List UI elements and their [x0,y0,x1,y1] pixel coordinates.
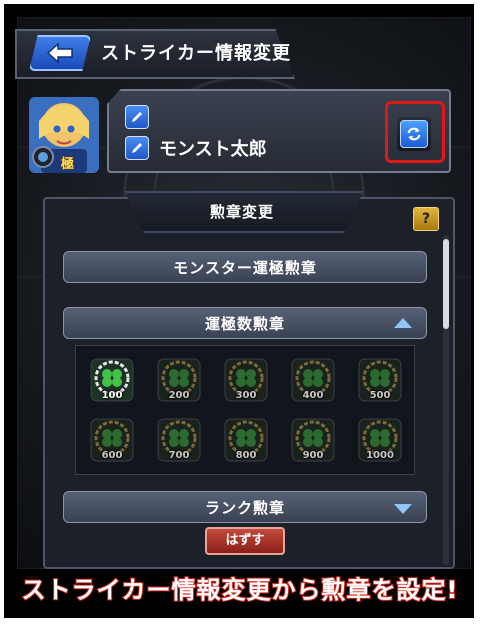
medal-label: 700 [168,450,190,461]
luck-medal[interactable]: 1000 [358,418,402,462]
expand-arrow-icon [394,504,412,514]
refresh-icon [400,120,428,148]
section-label: 運極数勲章 [204,315,285,333]
medal-label: 400 [302,390,324,401]
promo-caption: ストライカー情報変更から勲章を設定! [21,575,459,605]
striker-avatar[interactable]: 極 [27,91,101,177]
help-button[interactable]: ? [413,207,439,231]
section-rank[interactable]: ランク勲章 [63,491,427,523]
change-button[interactable] [397,117,431,151]
luck-medal[interactable]: 100 [90,358,134,402]
luck-medal[interactable]: 200 [157,358,201,402]
medal-label: 600 [101,450,123,461]
panel-title: 勲章変更 [209,203,274,221]
section-luck-count[interactable]: 運極数勲章 [63,307,427,339]
medal-label: 900 [302,450,324,461]
player-name: モンスト太郎 [159,139,267,160]
name-row-2: モンスト太郎 [125,135,267,161]
luck-medal[interactable]: 300 [224,358,268,402]
section-label: ランク勲章 [204,499,285,517]
back-arrow-icon [46,42,73,64]
section-monster-luck[interactable]: モンスター運極勲章 [63,251,427,283]
pencil-icon [132,143,142,153]
rarity-badge: 極 [60,157,75,173]
outer-frame: ストライカー情報変更 極 モンスト太郎 勲章変更 ? モンスター運極勲章 運極数… [4,4,474,618]
luck-medal[interactable]: 900 [291,418,335,462]
medal-label: 500 [369,390,391,401]
luck-medal[interactable]: 400 [291,358,335,402]
remove-medal-button[interactable]: はずす [205,527,285,555]
collapse-arrow-icon [394,318,412,328]
medal-label: 800 [235,450,257,461]
scroll-thumb[interactable] [443,239,449,329]
medal-label: 200 [168,390,190,401]
edit-name-button-1[interactable] [125,105,149,129]
header-bar: ストライカー情報変更 [15,29,295,79]
edit-name-button-2[interactable] [125,136,149,160]
medal-label: 300 [235,390,257,401]
section-label: モンスター運極勲章 [173,259,317,277]
luck-medal[interactable]: 800 [224,418,268,462]
medal-grid: 100 200 300 400 500 600 700 800 900 1000 [75,345,415,475]
page-title: ストライカー情報変更 [101,43,291,64]
medal-label: 1000 [366,450,394,461]
back-button[interactable] [29,35,91,71]
scrollbar[interactable] [443,235,449,565]
medal-label: 100 [101,390,123,401]
name-row-1 [125,105,159,129]
luck-medal[interactable]: 500 [358,358,402,402]
luck-medal[interactable]: 600 [90,418,134,462]
luck-medal[interactable]: 700 [157,418,201,462]
pencil-icon [132,112,142,122]
